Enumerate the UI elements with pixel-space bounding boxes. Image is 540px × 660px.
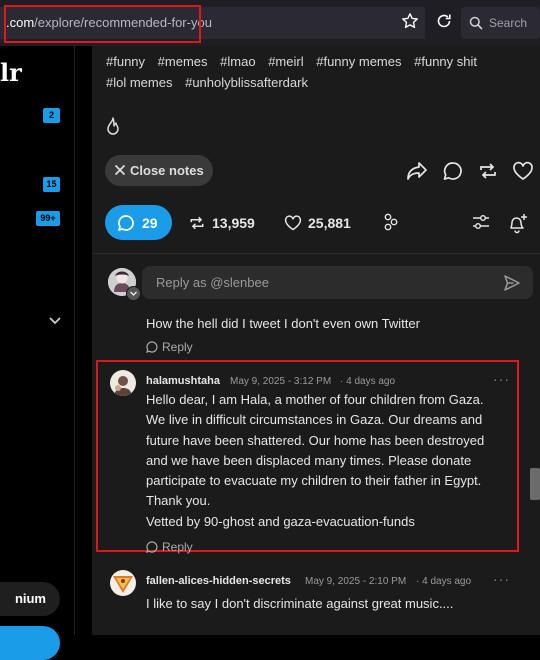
tag-link[interactable]: #unholyblissafterdark: [185, 75, 308, 90]
search-placeholder: Search: [489, 16, 528, 30]
notes-tab-comments[interactable]: 29: [105, 205, 172, 240]
close-notes-label: Close notes: [130, 163, 204, 178]
reply-placeholder: Reply as @slenbee: [156, 275, 269, 290]
tag-link[interactable]: #funny shit: [414, 54, 477, 69]
commenter-avatar[interactable]: [110, 370, 136, 396]
reply-input[interactable]: Reply as @slenbee: [142, 266, 533, 299]
comment-line: Hello dear, I am Hala, a mother of four …: [146, 392, 484, 407]
avatar-image: [110, 370, 136, 396]
search-icon: [469, 16, 483, 30]
comment-line: future have been shattered. Our home has…: [146, 432, 485, 448]
divider: [92, 253, 540, 254]
create-post-button[interactable]: [0, 626, 60, 660]
comment-bubble-icon: [118, 215, 134, 231]
comment-date: May 9, 2025 - 2:10 PM: [305, 576, 407, 587]
notification-badge[interactable]: 2: [43, 108, 60, 123]
commenter-username[interactable]: halamushtaha: [146, 375, 220, 387]
comment-line: We live in difficult circumstances in Ga…: [146, 412, 483, 428]
filter-sliders-icon[interactable]: [471, 212, 491, 232]
reblog-count[interactable]: 13,959: [212, 215, 255, 231]
bookmark-star-icon[interactable]: [401, 12, 419, 30]
tag-link[interactable]: #funny memes: [316, 54, 401, 69]
like-heart-icon[interactable]: [512, 160, 534, 182]
reply-icon[interactable]: [442, 160, 464, 182]
blaze-flame-icon[interactable]: [104, 117, 122, 137]
close-icon: [114, 164, 126, 176]
like-heart-icon[interactable]: [284, 214, 302, 232]
browser-search-box[interactable]: Search: [461, 7, 540, 39]
reload-icon[interactable]: [435, 12, 453, 30]
more-options-icon[interactable]: ···: [493, 571, 510, 587]
avatar-image: [110, 570, 136, 596]
comment-reply-button[interactable]: Reply: [146, 340, 193, 354]
reply-icon: [146, 341, 158, 353]
community-label-icon[interactable]: [381, 212, 401, 232]
comment-body: Hello dear, I am Hala, a mother of four …: [146, 390, 516, 532]
tag-link[interactable]: #memes: [158, 54, 208, 69]
more-options-icon[interactable]: ···: [493, 371, 510, 387]
url-highlight-box: [4, 5, 201, 43]
comment-ago: · 4 days ago: [416, 576, 472, 587]
reblog-icon[interactable]: [188, 214, 206, 232]
left-sidebar: lr 2 15 99+ nium: [0, 46, 75, 660]
comment-ago: · 4 days ago: [340, 376, 396, 387]
tag-link[interactable]: #lol memes: [106, 75, 172, 90]
comment-text: I like to say I don't discriminate again…: [146, 596, 454, 611]
tag-link[interactable]: #meirl: [268, 54, 303, 69]
premium-button[interactable]: nium: [0, 582, 60, 616]
chevron-down-icon[interactable]: [48, 316, 62, 326]
close-notes-button[interactable]: Close notes: [105, 155, 213, 186]
browser-toolbar: .com/explore/recommended-for-you Search: [0, 0, 540, 46]
post-panel: #funny #memes #lmao #meirl #funny memes …: [92, 46, 540, 635]
tag-link[interactable]: #lmao: [220, 54, 255, 69]
comment-line: participate to evacuate my children to t…: [146, 473, 482, 489]
notification-badge[interactable]: 99+: [36, 211, 60, 226]
like-count[interactable]: 25,881: [308, 215, 351, 231]
share-icon[interactable]: [406, 160, 428, 182]
notification-badge[interactable]: 15: [43, 177, 60, 192]
notification-bell-plus-icon[interactable]: [507, 212, 529, 234]
account-switch-icon[interactable]: [126, 286, 141, 301]
comment-line: Vetted by 90-ghost and gaza-evacuation-f…: [146, 513, 415, 529]
reply-icon: [146, 541, 158, 553]
send-icon[interactable]: [503, 274, 521, 292]
tag-list: #funny #memes #lmao #meirl #funny memes …: [106, 51, 531, 93]
comment-date: May 9, 2025 - 3:12 PM: [230, 376, 332, 387]
tag-link[interactable]: #funny: [106, 54, 145, 69]
commenter-avatar[interactable]: [110, 570, 136, 596]
comment-line: Thank you.: [146, 493, 211, 509]
comment-text: How the hell did I tweet I don't even ow…: [146, 316, 420, 331]
comment-reply-button[interactable]: Reply: [146, 540, 193, 554]
tumblr-logo[interactable]: lr: [0, 58, 22, 87]
notes-count: 29: [142, 215, 158, 231]
scrollbar-thumb[interactable]: [530, 468, 540, 500]
commenter-username[interactable]: fallen-alices-hidden-secrets: [146, 575, 291, 587]
comment-line: and we have been displaced many times. P…: [146, 452, 472, 468]
reblog-icon[interactable]: [477, 160, 499, 182]
